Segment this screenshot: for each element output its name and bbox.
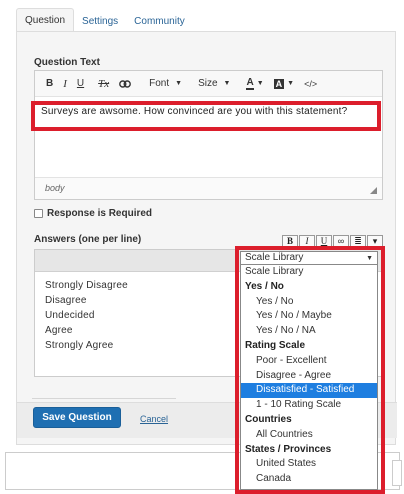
answers-align-button[interactable]: ≣ <box>350 235 366 247</box>
font-dropdown[interactable]: Font ▼ <box>144 74 187 94</box>
bg-color-button[interactable]: A ▼ <box>269 74 299 94</box>
editor-path-footer: body <box>35 177 382 199</box>
answers-underline-button[interactable]: U <box>316 235 332 247</box>
option-group-header: States / Provinces <box>245 443 332 455</box>
chevron-down-icon: ▼ <box>256 80 264 87</box>
option-group-header: Countries <box>245 413 292 425</box>
scale-library-select[interactable]: Scale Library ▼ <box>240 251 378 265</box>
answers-toolbar: B I U ∞ ≣ ▾ <box>282 235 383 247</box>
tab-settings[interactable]: Settings <box>74 10 126 32</box>
question-text-label: Question Text <box>34 57 100 68</box>
answers-menu-button[interactable]: ▾ <box>367 235 383 247</box>
dropdown-option[interactable]: Yes / No / Maybe <box>241 309 377 324</box>
font-label: Font <box>149 78 170 89</box>
text-color-button[interactable]: A ▼ <box>241 74 268 94</box>
chevron-down-icon: ▼ <box>175 80 183 87</box>
tab-community[interactable]: Community <box>126 10 193 32</box>
lower-panel-edge <box>392 460 402 486</box>
dropdown-option[interactable]: All Countries <box>241 428 377 443</box>
option-group-header: Rating Scale <box>245 339 306 351</box>
dropdown-option[interactable]: United States <box>241 457 377 472</box>
underline-button[interactable]: U <box>72 74 89 94</box>
save-question-button[interactable]: Save Question <box>33 407 121 428</box>
chevron-down-icon: ▼ <box>287 80 295 87</box>
answers-label: Answers (one per line) <box>34 234 142 245</box>
source-code-button[interactable]: </> <box>299 74 322 94</box>
scale-library-options: Scale Library Yes / No Yes / No Yes / No / … <box>240 265 378 490</box>
question-text-editor: B I U Tx Font ▼ Size ▼ A ▼ A ▼ </> Surve… <box>34 70 383 200</box>
cancel-link[interactable]: Cancel <box>140 414 168 424</box>
dropdown-option[interactable]: Disagree - Agree <box>241 369 377 384</box>
dropdown-option[interactable]: 1 - 10 Rating Scale <box>241 398 377 413</box>
required-label: Response is Required <box>47 208 153 219</box>
question-text-content[interactable]: Surveys are awsome. How convinced are yo… <box>35 98 382 178</box>
italic-button[interactable]: I <box>58 74 72 94</box>
tab-bar: Question Settings Community <box>16 8 193 32</box>
answers-link-button[interactable]: ∞ <box>333 235 349 247</box>
size-label: Size <box>198 78 218 89</box>
divider <box>32 398 176 399</box>
chevron-down-icon: ▼ <box>223 80 231 87</box>
dropdown-option[interactable]: Dissatisfied - Satisfied <box>241 383 377 399</box>
tab-question[interactable]: Question <box>16 8 75 32</box>
answers-italic-button[interactable]: I <box>299 235 315 247</box>
required-checkbox-row[interactable]: Response is Required <box>34 208 152 219</box>
resize-handle-icon[interactable] <box>370 187 377 194</box>
dropdown-option[interactable]: Poor - Excellent <box>241 354 377 369</box>
scale-library-selected: Scale Library <box>245 252 304 263</box>
chevron-down-icon: ▼ <box>366 255 373 262</box>
link-icon <box>119 79 132 88</box>
size-dropdown[interactable]: Size ▼ <box>193 74 235 94</box>
dropdown-option[interactable]: Scale Library <box>241 265 377 280</box>
dropdown-option[interactable]: Yes / No / NA <box>241 324 377 339</box>
dropdown-option[interactable]: Canada <box>241 472 377 487</box>
question-editor-screen: Question Settings Community Question Tex… <box>0 0 404 494</box>
bg-color-icon: A <box>273 78 285 89</box>
option-group-header: Yes / No <box>245 280 284 292</box>
text-color-icon: A <box>246 76 254 90</box>
clear-format-button[interactable]: Tx <box>93 74 114 94</box>
dropdown-option[interactable]: Yes / No <box>241 295 377 310</box>
answers-bold-button[interactable]: B <box>282 235 298 247</box>
required-checkbox[interactable] <box>34 209 43 218</box>
bold-button[interactable]: B <box>41 74 58 94</box>
link-button[interactable] <box>114 74 136 94</box>
editor-toolbar: B I U Tx Font ▼ Size ▼ A ▼ A ▼ </> <box>35 71 382 97</box>
